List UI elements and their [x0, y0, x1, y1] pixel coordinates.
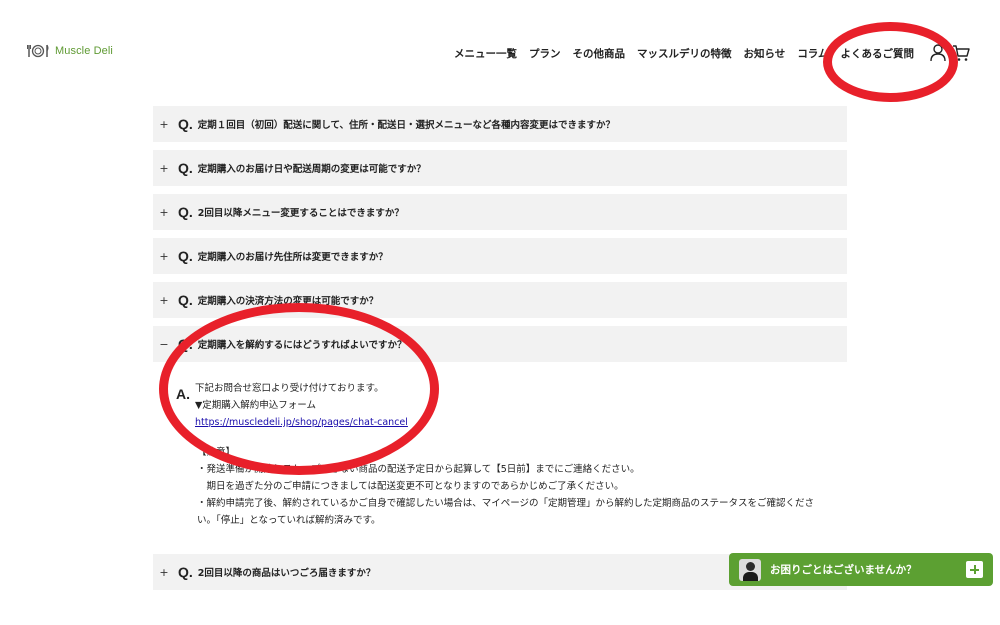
faq-question[interactable]: + Q. 定期購入のお届け先住所は変更できますか？ [153, 238, 847, 274]
expand-toggle-icon: + [159, 293, 169, 307]
note-line: 期日を過ぎた分のご申請につきましては配送変更不可となりますのであらかじめご了承く… [197, 481, 624, 492]
question-marker: Q. [178, 564, 193, 580]
expand-toggle-icon: + [159, 205, 169, 219]
answer-marker: A. [176, 386, 190, 402]
nav-item-news[interactable]: お知らせ [744, 46, 786, 61]
expand-toggle-icon: + [159, 161, 169, 175]
question-marker: Q. [178, 116, 193, 132]
faq-question[interactable]: + Q. 定期１回目（初回）配送に関して、住所・配送日・選択メニューなど各種内容… [153, 106, 847, 142]
note-title: 【注意】 [197, 447, 236, 458]
support-avatar [739, 558, 761, 581]
main-nav: メニュー一覧 プラン その他商品 マッスルデリの特徴 お知らせ コラム よくある… [454, 46, 914, 61]
answer-line: ▼定期購入解約申込フォーム [195, 400, 317, 411]
question-text: 2回目以降の商品はいつごろ届きますか？ [197, 568, 376, 579]
faq-question[interactable]: + Q. 定期購入のお届け日や配送周期の変更は可能ですか？ [153, 150, 847, 186]
brand-name: Muscle Deli [55, 45, 113, 57]
collapse-toggle-icon: − [159, 337, 169, 351]
question-marker: Q. [178, 160, 193, 176]
cancel-form-link[interactable]: https://muscledeli.jp/shop/pages/chat-ca… [195, 417, 408, 428]
expand-toggle-icon: + [159, 249, 169, 263]
fork-knife-plate-icon [27, 44, 49, 58]
question-text: 定期購入の決済方法の変更は可能ですか？ [197, 296, 379, 307]
faq-list: + Q. 定期１回目（初回）配送に関して、住所・配送日・選択メニューなど各種内容… [153, 106, 847, 598]
faq-question[interactable]: + Q. 2回目以降メニュー変更することはできますか？ [153, 194, 847, 230]
faq-question[interactable]: + Q. 定期購入の決済方法の変更は可能ですか？ [153, 282, 847, 318]
question-text: 2回目以降メニュー変更することはできますか？ [197, 208, 404, 219]
answer-body: 下記お問合せ窓口より受け付けております。 ▼定期購入解約申込フォーム https… [195, 380, 408, 431]
question-text: 定期１回目（初回）配送に関して、住所・配送日・選択メニューなど各種内容変更はでき… [197, 120, 616, 131]
header-icons [930, 44, 970, 66]
nav-item-column[interactable]: コラム [797, 46, 828, 61]
nav-item-features[interactable]: マッスルデリの特徴 [637, 46, 732, 61]
faq-question-expanded[interactable]: − Q. 定期購入を解約するにはどうすればよいですか？ [153, 326, 847, 362]
expand-toggle-icon: + [159, 565, 169, 579]
faq-answer: A. 下記お問合せ窓口より受け付けております。 ▼定期購入解約申込フォーム ht… [153, 362, 847, 546]
question-text: 定期購入を解約するにはどうすればよいですか？ [197, 340, 407, 351]
nav-item-plan[interactable]: プラン [529, 46, 561, 61]
nav-item-menu-list[interactable]: メニュー一覧 [454, 46, 517, 61]
chat-support-widget[interactable]: お困りごとはございませんか？ [729, 553, 993, 586]
plus-icon[interactable] [966, 561, 983, 578]
brand-logo[interactable]: Muscle Deli [27, 44, 113, 58]
question-text: 定期購入のお届け日や配送周期の変更は可能ですか？ [197, 164, 426, 175]
nav-item-faq[interactable]: よくあるご質問 [841, 46, 915, 61]
question-text: 定期購入のお届け先住所は変更できますか？ [197, 252, 388, 263]
note-line: ・発送準備が開始しストップできない商品の配送予定日から起算して【5日前】までにご… [197, 464, 640, 475]
expand-toggle-icon: + [159, 117, 169, 131]
question-marker: Q. [178, 336, 193, 352]
answer-line: 下記お問合せ窓口より受け付けております。 [195, 383, 384, 394]
answer-note: 【注意】 ・発送準備が開始しストップできない商品の配送予定日から起算して【5日前… [197, 444, 837, 529]
account-icon[interactable] [930, 44, 946, 66]
site-header: Muscle Deli メニュー一覧 プラン その他商品 マッスルデリの特徴 お… [0, 0, 1000, 100]
note-line: い。「停止」となっていれば解約済みです。 [197, 515, 381, 526]
chat-widget-label: お困りごとはございませんか？ [770, 564, 917, 576]
question-marker: Q. [178, 204, 193, 220]
question-marker: Q. [178, 248, 193, 264]
nav-item-other-products[interactable]: その他商品 [573, 46, 626, 61]
question-marker: Q. [178, 292, 193, 308]
cart-icon[interactable] [952, 44, 970, 66]
note-line: ・解約申請完了後、解約されているかご自身で確認したい場合は、マイページの「定期管… [197, 498, 815, 509]
